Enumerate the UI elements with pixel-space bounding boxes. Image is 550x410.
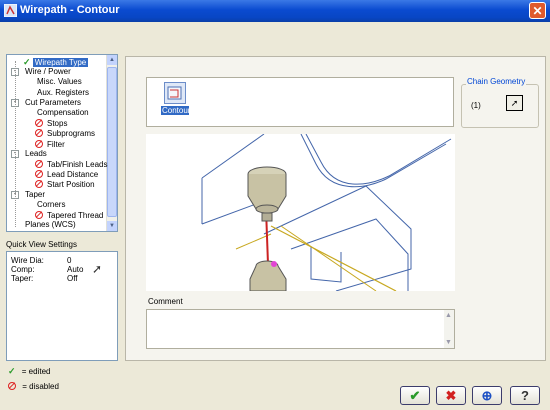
contour-preview-image	[146, 134, 455, 291]
disabled-icon	[35, 139, 43, 148]
tree-item[interactable]: Start Position	[35, 179, 97, 189]
chain-count: (1)	[471, 101, 481, 110]
close-icon: ✕	[532, 4, 543, 18]
tree-item[interactable]: Compensation	[35, 108, 91, 118]
help-button[interactable]: ?	[510, 386, 540, 405]
tree-item[interactable]: Planes (WCS)	[23, 220, 78, 230]
disabled-icon	[35, 129, 43, 138]
app-icon	[4, 4, 17, 17]
scroll-down-icon[interactable]: ▼	[107, 221, 117, 231]
tree-item[interactable]: Filter	[35, 139, 67, 149]
contour-icon	[164, 82, 186, 104]
legend-edited: ✓ = edited	[8, 366, 51, 376]
parameter-tree[interactable]: ▲ ▼ ✓ Wirepath Type Wire / Power - Misc. Va…	[6, 54, 118, 232]
scroll-up-icon[interactable]: ▲	[445, 312, 452, 319]
checkmark-icon: ✓	[23, 57, 31, 67]
wirepath-type-list[interactable]: Contour	[146, 77, 454, 127]
disabled-icon	[35, 211, 43, 219]
add-button[interactable]: ⊕	[472, 386, 502, 405]
tree-item[interactable]: Corners	[35, 200, 67, 210]
checkmark-icon: ✔	[409, 388, 421, 403]
scroll-down-icon[interactable]: ▼	[445, 339, 452, 346]
tree-item[interactable]: Lead Distance	[35, 169, 100, 179]
tree-item[interactable]: Wire / Power	[23, 67, 73, 77]
tree-item[interactable]: ✓ Wirepath Type	[23, 57, 89, 67]
close-button[interactable]: ✕	[529, 2, 546, 19]
tree-connector	[15, 61, 16, 227]
tree-item[interactable]: Subprograms	[35, 128, 97, 138]
wirepath-type-contour[interactable]: Contour	[161, 82, 191, 118]
chain-geometry-title: Chain Geometry	[466, 77, 527, 86]
window-title: Wirepath - Contour	[20, 4, 120, 16]
tree-item[interactable]: Tab/Finish Leads	[35, 159, 109, 169]
select-arrow-icon: ➚	[510, 98, 519, 108]
tree-item[interactable]: Misc. Values	[35, 77, 84, 87]
scroll-up-icon[interactable]: ▲	[107, 55, 117, 65]
tree-item[interactable]: Cut Parameters	[23, 98, 83, 108]
comment-input[interactable]: ▲ ▼	[146, 309, 455, 349]
disabled-icon	[35, 119, 43, 128]
contour-label: Contour	[161, 106, 191, 115]
tree-item[interactable]: Aux. Registers	[35, 88, 91, 98]
legend-disabled: = disabled	[8, 381, 59, 391]
disabled-icon	[35, 170, 43, 179]
plus-icon: ⊕	[481, 388, 493, 403]
tree-item[interactable]: Tapered Thread	[35, 210, 105, 220]
comment-scrollbar[interactable]: ▲ ▼	[444, 310, 454, 348]
tree-scrollbar[interactable]: ▲ ▼	[106, 55, 117, 231]
scroll-thumb[interactable]	[107, 67, 117, 217]
mouse-cursor-icon: ➚	[92, 262, 103, 276]
question-icon: ?	[521, 388, 529, 403]
checkmark-icon: ✓	[8, 366, 16, 376]
title-bar: Wirepath - Contour ✕	[0, 0, 550, 22]
chain-select-button[interactable]: ➚	[506, 95, 523, 111]
comment-label: Comment	[148, 297, 183, 306]
disabled-icon	[8, 382, 16, 390]
ok-button[interactable]: ✔	[400, 386, 430, 405]
quick-view-label: Quick View Settings	[6, 240, 77, 249]
tree-item[interactable]: Leads	[23, 149, 49, 159]
cancel-button[interactable]: ✖	[436, 386, 466, 405]
tree-item[interactable]: Taper	[23, 190, 47, 200]
tree-item[interactable]: Stops	[35, 118, 69, 128]
disabled-icon	[35, 180, 43, 189]
x-icon: ✖	[445, 388, 457, 403]
disabled-icon	[35, 160, 43, 168]
